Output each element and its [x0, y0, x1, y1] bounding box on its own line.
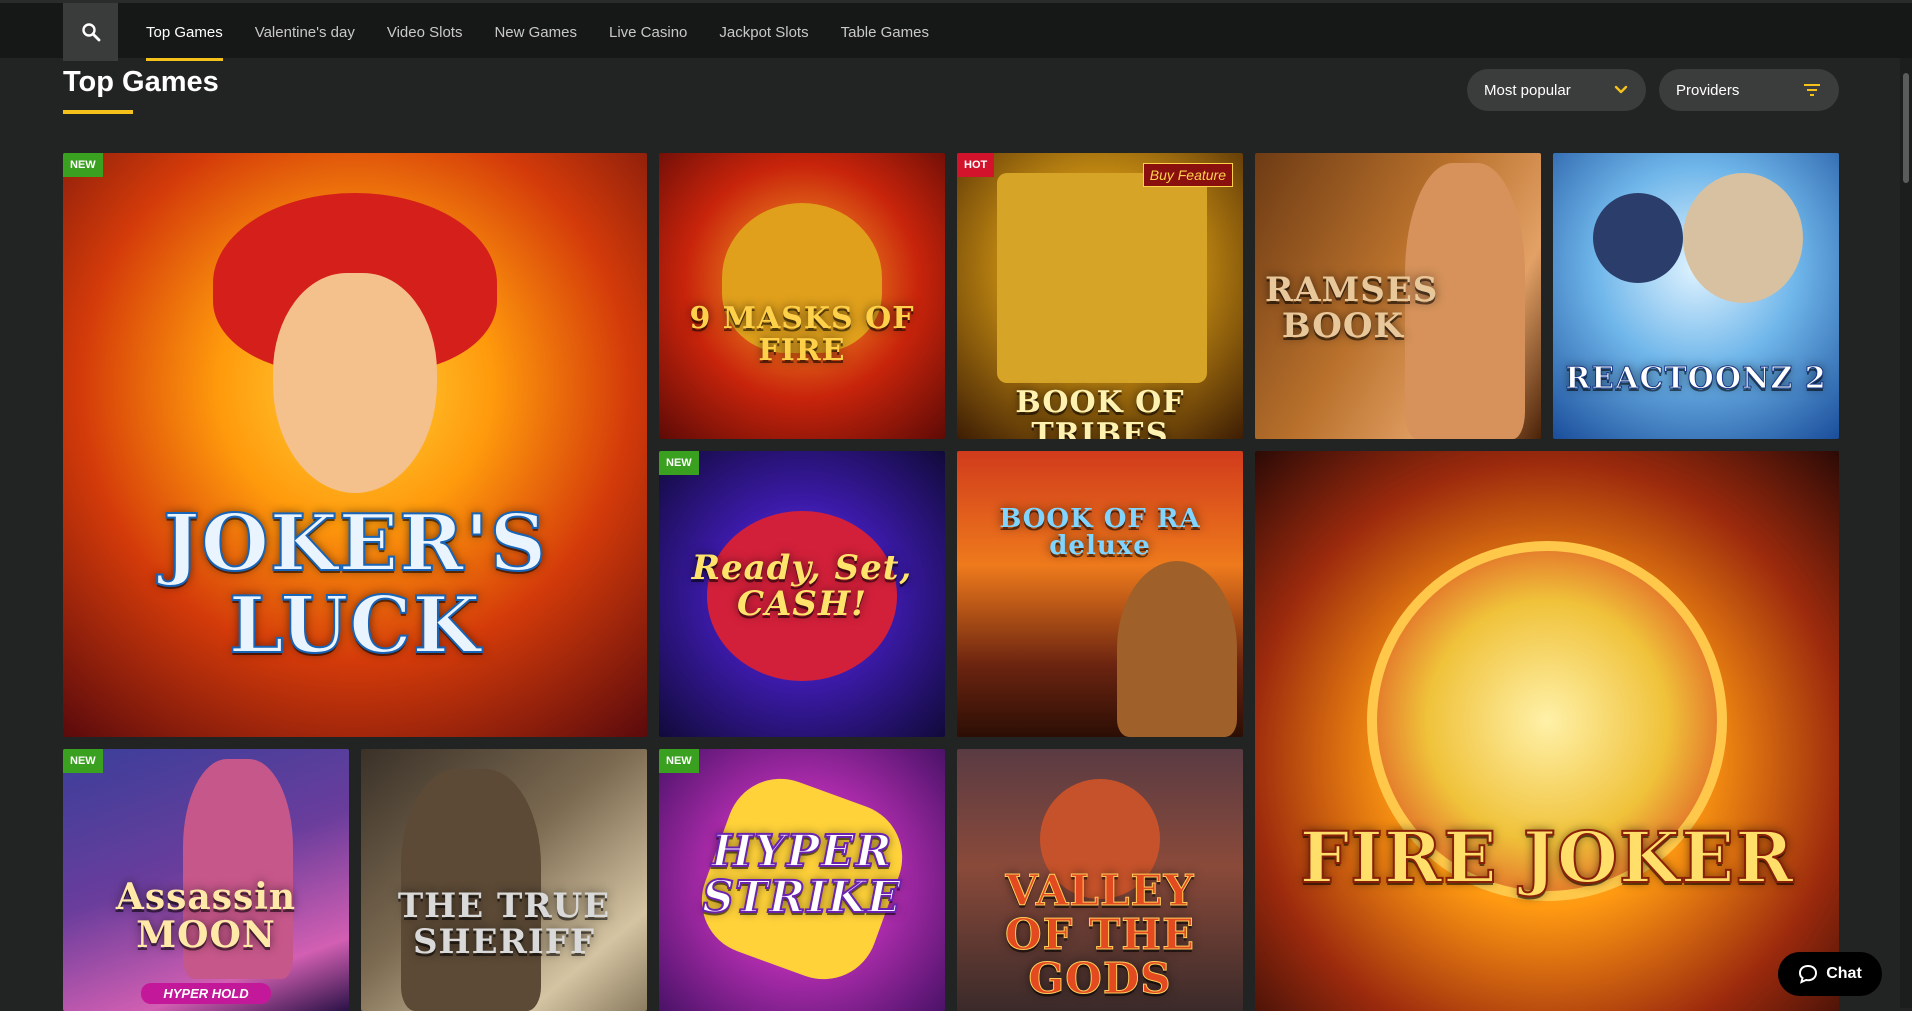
providers-filter[interactable]: Providers — [1659, 69, 1839, 111]
jester-face-graphic — [273, 273, 437, 493]
scrollbar-thumb[interactable] — [1903, 73, 1909, 183]
new-badge: NEW — [63, 153, 103, 177]
game-tile-reactoonz-2[interactable]: REACTOONZ 2 — [1553, 153, 1839, 439]
sort-dropdown[interactable]: Most popular — [1467, 69, 1646, 111]
game-title: HYPER STRIKE — [701, 826, 902, 924]
search-button[interactable] — [63, 3, 118, 61]
filter-icon — [1804, 84, 1820, 96]
game-tile-the-true-sheriff[interactable]: THE TRUE SHERIFF — [361, 749, 647, 1011]
new-badge: NEW — [63, 749, 103, 773]
game-tile-book-of-tribes[interactable]: HOT Buy Feature BOOK OF TRIBES — [957, 153, 1243, 439]
game-title: VALLEY OF THE GODS — [1005, 866, 1195, 1004]
chevron-down-icon — [1614, 85, 1628, 94]
game-title: FIRE JOKER — [1299, 816, 1795, 899]
game-tile-book-of-ra-deluxe[interactable]: BOOK OF RA deluxe — [957, 451, 1243, 737]
tab-new-games[interactable]: New Games — [478, 3, 593, 61]
game-title: THE TRUE SHERIFF — [397, 886, 611, 962]
game-tile-valley-of-the-gods[interactable]: VALLEY OF THE GODS — [957, 749, 1243, 1011]
search-icon — [81, 23, 100, 42]
category-tabs: Top Games Valentine's day Video Slots Ne… — [130, 3, 945, 61]
game-tile-fire-joker[interactable]: FIRE JOKER — [1255, 451, 1839, 1011]
game-tile-jokers-luck[interactable]: NEW JOKER'S LUCK — [63, 153, 647, 737]
chat-button[interactable]: Chat — [1778, 952, 1882, 996]
game-title: REACTOONZ 2 — [1565, 361, 1827, 396]
page-scrollbar[interactable] — [1900, 58, 1912, 1008]
hot-badge: HOT — [957, 153, 995, 177]
game-tile-assassin-moon[interactable]: NEW Assassin MOON HYPER HOLD — [63, 749, 349, 1011]
explorer-graphic — [1117, 561, 1237, 737]
game-tile-hyper-strike[interactable]: NEW HYPER STRIKE — [659, 749, 945, 1011]
page-title: Top Games — [63, 66, 219, 98]
hyper-hold-label: HYPER HOLD — [141, 983, 271, 1004]
buy-feature-label: Buy Feature — [1142, 163, 1233, 187]
game-title: Ready, Set, CASH! — [691, 548, 913, 624]
game-title: 9 MASKS OF FIRE — [689, 301, 915, 368]
new-badge: NEW — [659, 749, 699, 773]
game-tile-ramses-book[interactable]: RAMSES BOOK — [1255, 153, 1541, 439]
game-title: RAMSES BOOK — [1265, 270, 1439, 346]
tab-table-games[interactable]: Table Games — [825, 3, 945, 61]
golden-book-graphic — [997, 173, 1207, 383]
game-title: JOKER'S LUCK — [162, 498, 548, 671]
tab-jackpot-slots[interactable]: Jackpot Slots — [703, 3, 824, 61]
tab-video-slots[interactable]: Video Slots — [371, 3, 479, 61]
new-badge: NEW — [659, 451, 699, 475]
game-title: BOOK OF TRIBES — [1015, 385, 1185, 439]
monster-graphic — [1683, 173, 1803, 303]
tab-live-casino[interactable]: Live Casino — [593, 3, 703, 61]
game-tile-ready-set-cash[interactable]: NEW Ready, Set, CASH! — [659, 451, 945, 737]
chat-bubble-icon — [1799, 964, 1818, 984]
tab-valentines-day[interactable]: Valentine's day — [239, 3, 371, 61]
game-title: BOOK OF RA deluxe — [999, 504, 1201, 562]
title-underline — [63, 110, 133, 114]
chat-label: Chat — [1826, 965, 1862, 982]
providers-label: Providers — [1676, 81, 1740, 99]
sort-label: Most popular — [1484, 81, 1571, 99]
tab-top-games[interactable]: Top Games — [130, 3, 239, 61]
monster-graphic — [1593, 193, 1683, 283]
game-tile-9-masks-of-fire[interactable]: 9 MASKS OF FIRE — [659, 153, 945, 439]
game-title: Assassin MOON — [115, 876, 297, 956]
top-nav: Top Games Valentine's day Video Slots Ne… — [0, 0, 1912, 61]
